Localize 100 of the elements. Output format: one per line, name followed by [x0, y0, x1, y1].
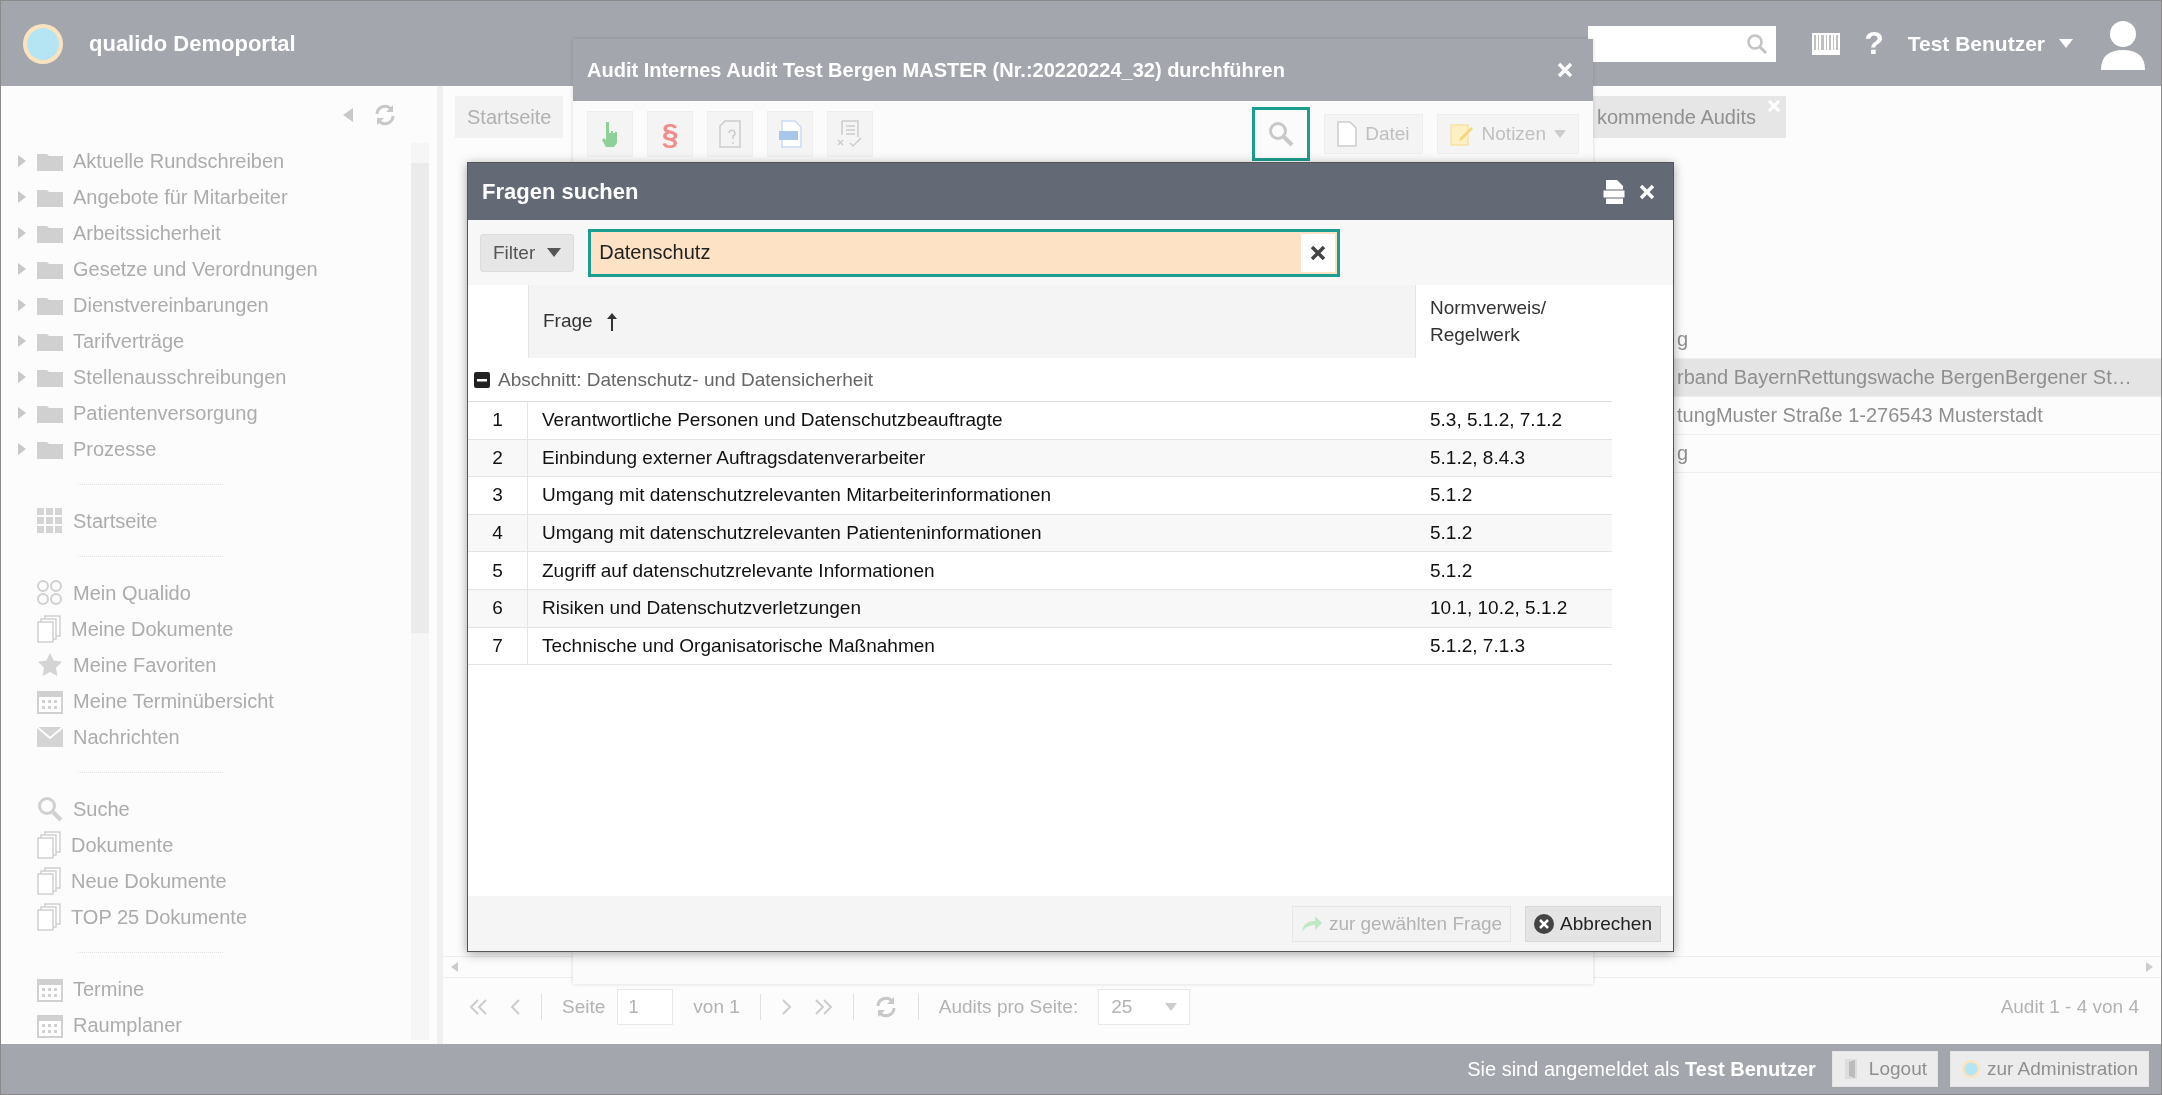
sidebar-item[interactable]: Raumplaner	[73, 1013, 182, 1037]
previous-page-icon[interactable]	[509, 999, 521, 1015]
barcode-icon[interactable]	[1812, 32, 1841, 55]
clear-button[interactable]	[1301, 233, 1336, 272]
expand-arrow-icon[interactable]	[17, 155, 27, 167]
documents-icon	[37, 615, 61, 643]
scroll-right-icon[interactable]	[2146, 962, 2153, 972]
sidebar-item[interactable]: Dokumente	[71, 833, 174, 857]
search-button[interactable]	[1252, 107, 1311, 161]
close-icon	[1310, 244, 1327, 261]
expand-arrow-icon[interactable]	[17, 227, 27, 239]
sidebar-item[interactable]: Suche	[73, 797, 130, 821]
sidebar-item[interactable]: Meine Dokumente	[71, 617, 234, 641]
sidebar-item[interactable]: Meine Terminübersicht	[73, 689, 274, 713]
sidebar-item[interactable]: Startseite	[73, 509, 158, 533]
grid-icon	[37, 508, 63, 534]
table-cell[interactable]: 5.1.2	[1416, 514, 1612, 552]
collapse-group-icon[interactable]	[474, 371, 490, 388]
checklist-button[interactable]	[827, 111, 873, 157]
paragraph-button[interactable]: §	[647, 111, 693, 157]
caret-icon	[1165, 1003, 1178, 1011]
column-header[interactable]: Frage	[543, 308, 593, 335]
table-cell[interactable]: 5.1.2	[1416, 477, 1612, 514]
envelope-icon	[37, 727, 63, 747]
page-size-select[interactable]: 25	[1098, 989, 1191, 1025]
expand-arrow-icon[interactable]	[17, 407, 27, 419]
caret-icon[interactable]	[2059, 39, 2073, 48]
spreadsheet-export-icon[interactable]	[1603, 178, 1625, 205]
search-icon	[1746, 32, 1769, 55]
table-cell[interactable]: Umgang mit datenschutzrelevanten Patienteninformationen	[528, 514, 1416, 552]
table-cell[interactable]: Umgang mit datenschutzrelevanten Mitarbeiterinformationen	[528, 477, 1416, 514]
next-page-icon[interactable]	[780, 999, 793, 1015]
caret-icon	[1554, 130, 1566, 138]
sidebar-item[interactable]: Angebote für Mitarbeiter	[73, 185, 288, 209]
folder-icon	[37, 151, 63, 171]
expand-arrow-icon[interactable]	[17, 191, 27, 203]
page-input[interactable]: 1	[617, 989, 674, 1025]
sidebar-item[interactable]: Aktuelle Rundschreiben	[73, 149, 285, 173]
calendar-icon	[37, 1012, 63, 1038]
sidebar-item[interactable]: TOP 25 Dokumente	[71, 905, 248, 929]
documents-icon	[37, 831, 61, 859]
scroll-left-icon[interactable]	[451, 962, 458, 972]
sidebar-item[interactable]: Mein Qualido	[73, 581, 191, 605]
portal-title: qualido Demoportal	[89, 30, 296, 57]
sidebar-item[interactable]: Patientenversorgung	[73, 401, 258, 425]
search-field[interactable]: Datenschutz	[588, 228, 1341, 277]
sidebar-item[interactable]: Nachrichten	[73, 725, 180, 749]
pointing-hand-button[interactable]	[587, 111, 633, 157]
sort-ascending-icon[interactable]	[606, 312, 617, 331]
help-link[interactable]: ?	[1864, 25, 1884, 62]
table-cell[interactable]: Risiken und Datenschutzverletzungen	[528, 589, 1416, 627]
table-cell[interactable]: Zugriff auf datenschutzrelevante Informationen	[528, 552, 1416, 589]
row-number: 1	[468, 402, 528, 439]
collapse-arrow-icon[interactable]	[343, 107, 353, 122]
expand-arrow-icon[interactable]	[17, 299, 27, 311]
tab[interactable]: kommende Audits	[1591, 96, 1786, 138]
close-circle-icon	[1534, 913, 1555, 934]
first-page-icon[interactable]	[469, 999, 489, 1015]
page-count: von 1	[693, 996, 740, 1018]
expand-arrow-icon[interactable]	[17, 371, 27, 383]
logout-button[interactable]: Logout	[1831, 1051, 1938, 1087]
search-icon	[1268, 121, 1295, 147]
search-field[interactable]	[1588, 25, 1777, 62]
page-size-label: Audits pro Seite:	[938, 996, 1079, 1018]
sidebar-item[interactable]: Meine Favoriten	[73, 653, 217, 677]
table-cell[interactable]: 10.1, 10.2, 5.1.2	[1416, 589, 1612, 627]
sidebar-item[interactable]: Gesetze und Verordnungen	[73, 257, 318, 281]
last-page-icon[interactable]	[812, 999, 833, 1015]
expand-arrow-icon[interactable]	[17, 443, 27, 455]
row-number: 4	[468, 514, 528, 552]
cancel-button[interactable]: Abbrechen	[1525, 905, 1661, 942]
table-cell[interactable]: 5.1.2	[1416, 552, 1612, 589]
document-question-button[interactable]	[707, 111, 753, 157]
sidebar-item[interactable]: Tarifverträge	[73, 329, 185, 353]
logo-icon	[21, 21, 65, 66]
sidebar-item[interactable]: Stellenausschreibungen	[73, 365, 287, 389]
user-menu[interactable]: Test Benutzer	[1907, 31, 2045, 56]
search-icon	[37, 796, 63, 822]
file-icon	[1337, 121, 1358, 147]
tab[interactable]: Startseite	[455, 96, 564, 138]
document-button[interactable]	[767, 111, 813, 157]
close-icon[interactable]	[1557, 62, 1573, 78]
expand-arrow-icon[interactable]	[17, 263, 27, 275]
sidebar-item[interactable]: Termine	[73, 977, 145, 1001]
expand-arrow-icon[interactable]	[17, 335, 27, 347]
filter-dropdown[interactable]: Filter	[480, 233, 575, 272]
sidebar-item[interactable]: Neue Dokumente	[71, 869, 227, 893]
sidebar-item[interactable]: Arbeitssicherheit	[73, 221, 221, 245]
table-cell[interactable]: 5.1.2, 7.1.3	[1416, 627, 1612, 665]
table-cell[interactable]: Verantwortliche Personen und Datenschutzbeauftragte	[528, 402, 1416, 439]
calendar-icon	[37, 688, 63, 714]
logo-icon	[1961, 1059, 1981, 1079]
sidebar-item[interactable]: Dienstvereinbarungen	[73, 293, 269, 317]
close-icon[interactable]	[1639, 183, 1655, 200]
refresh-icon[interactable]	[373, 102, 397, 127]
table-cell[interactable]: Einbindung externer Auftragsdatenverarbeiter	[528, 439, 1416, 477]
sidebar-item[interactable]: Prozesse	[73, 437, 157, 461]
administration-button[interactable]: zur Administration	[1950, 1051, 2149, 1087]
column-header[interactable]: Normverweis/ Regelwerk	[1430, 294, 1580, 349]
table-cell[interactable]: Technische und Organisatorische Maßnahmen	[528, 627, 1416, 665]
